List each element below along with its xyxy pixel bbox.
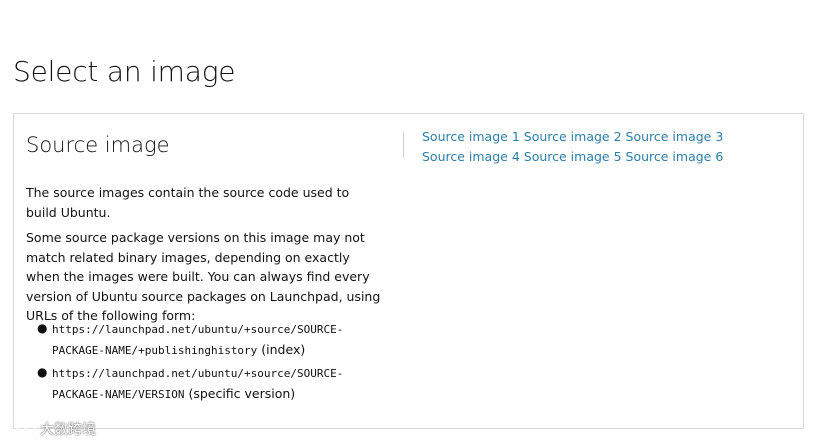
section-title: Source image (26, 133, 170, 157)
description-paragraph-2: Some source package versions on this ima… (26, 230, 381, 323)
page-title: Select an image (13, 55, 236, 88)
source-image-card: Source image The source images contain t… (13, 113, 804, 429)
url-note: (index) (257, 341, 306, 357)
column-divider (403, 132, 404, 158)
bullet-icon: ● (37, 365, 48, 379)
source-image-link-2[interactable]: Source image 2 (524, 129, 622, 144)
url-list: ● https://launchpad.net/ubuntu/+source/S… (26, 319, 376, 407)
source-image-link-3[interactable]: Source image 3 (626, 129, 724, 144)
source-image-link-5[interactable]: Source image 5 (524, 149, 622, 164)
watermark-text: 大数跨境 (40, 422, 96, 438)
bullet-icon: ● (37, 321, 48, 335)
watermark: 大数跨境 (8, 419, 96, 439)
list-item: ● https://launchpad.net/ubuntu/+source/S… (26, 363, 376, 404)
watermark-logo-icon (8, 423, 36, 435)
source-image-link-6[interactable]: Source image 6 (626, 149, 724, 164)
source-image-link-1[interactable]: Source image 1 (422, 129, 520, 144)
source-image-links: Source image 1 Source image 2 Source ima… (422, 127, 792, 166)
page: Select an image Source image The source … (0, 0, 824, 443)
source-image-link-4[interactable]: Source image 4 (422, 149, 520, 164)
url-note: (specific version) (184, 385, 296, 401)
list-item: ● https://launchpad.net/ubuntu/+source/S… (26, 319, 376, 360)
description-paragraph-1: The source images contain the source cod… (26, 185, 350, 220)
